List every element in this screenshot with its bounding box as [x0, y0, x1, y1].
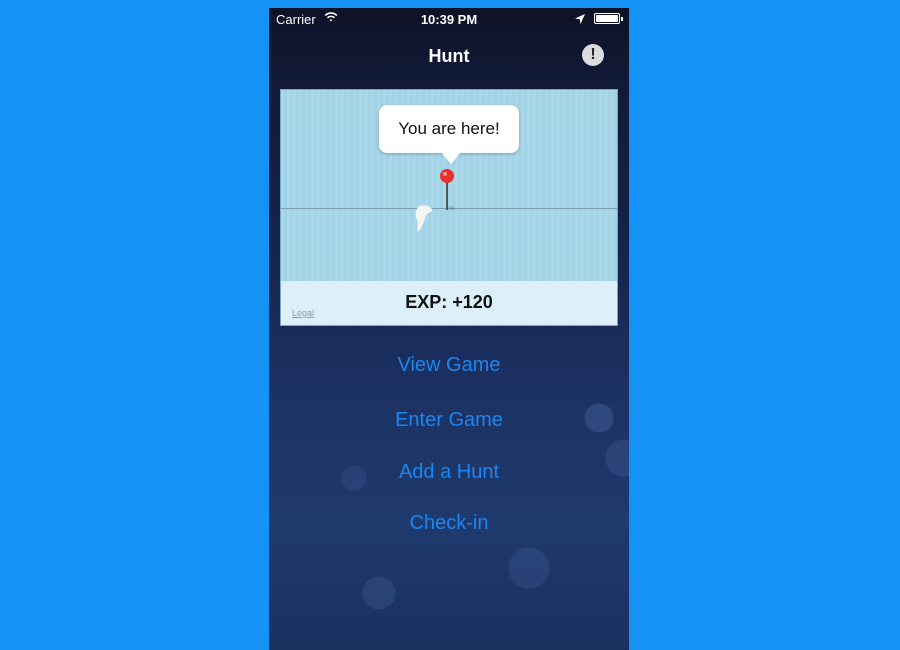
- exp-banner: EXP: +120: [281, 281, 617, 325]
- location-arrow-icon: [575, 12, 585, 27]
- status-bar: Carrier 10:39 PM: [269, 8, 629, 30]
- view-game-button[interactable]: View Game: [269, 354, 629, 377]
- add-hunt-button[interactable]: Add a Hunt: [269, 461, 629, 484]
- legal-link[interactable]: Legal: [292, 308, 314, 318]
- alert-icon[interactable]: !: [582, 44, 604, 66]
- battery-icon: [594, 13, 623, 24]
- enter-game-button[interactable]: Enter Game: [269, 409, 629, 432]
- map-view[interactable]: You are here! EXP: +120 Legal: [280, 89, 618, 326]
- map-pin-icon[interactable]: [439, 168, 455, 212]
- island-shape: [415, 205, 433, 232]
- navigation-bar: Hunt !: [269, 30, 629, 80]
- callout-pointer: [441, 152, 461, 164]
- page-title: Hunt: [428, 46, 470, 66]
- location-callout: You are here!: [379, 105, 519, 153]
- check-in-button[interactable]: Check-in: [269, 512, 629, 535]
- phone-screen: Carrier 10:39 PM Hunt ! You are here! EX…: [269, 8, 629, 650]
